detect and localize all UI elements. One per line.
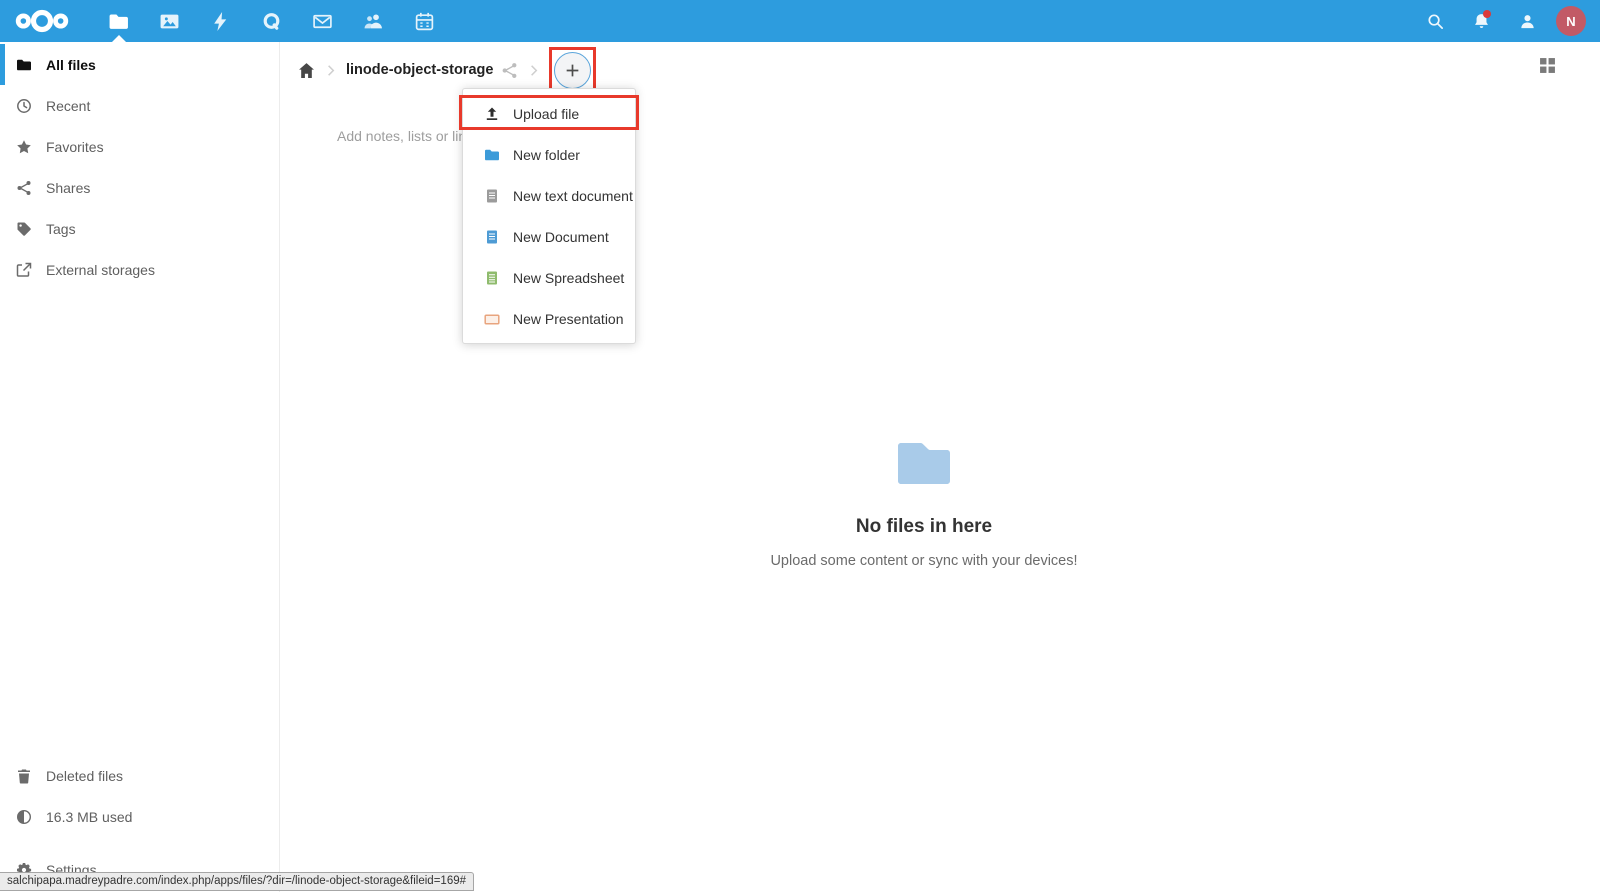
sidebar-footer: Deleted files16.3 MB usedSettings — [0, 755, 279, 890]
top-header-bar: N — [0, 0, 1600, 42]
menu-item-label: New Presentation — [513, 311, 624, 327]
sidebar-item-label: Tags — [46, 221, 76, 237]
calendar-app-icon — [414, 11, 435, 32]
share-icon[interactable] — [501, 62, 518, 79]
folder-blue-icon — [484, 147, 500, 163]
menu-item-label: Upload file — [513, 106, 579, 122]
trash-icon — [16, 768, 32, 784]
q-app-icon — [261, 11, 282, 32]
sidebar-nav: All files Recent Favorites Shares Tags Extern… — [0, 42, 279, 290]
external-link-icon — [16, 262, 32, 278]
menu-item-label: New Document — [513, 229, 609, 245]
sidebar-item-label: All files — [46, 57, 96, 73]
new-text-document-menu-item[interactable]: New text document — [463, 175, 635, 216]
contacts-app-icon — [363, 11, 384, 32]
sidebar-item-label: Recent — [46, 98, 90, 114]
header-right-actions: N — [1412, 0, 1586, 42]
clock-icon — [16, 98, 32, 114]
menu-item-label: New text document — [513, 188, 633, 204]
activity-app-icon — [210, 11, 231, 32]
link-status-tooltip: salchipapa.madreypadre.com/index.php/app… — [0, 872, 474, 891]
nextcloud-logo-icon[interactable] — [13, 6, 71, 36]
app-tab-q-app[interactable] — [246, 0, 297, 42]
app-tab-files[interactable] — [93, 0, 144, 42]
empty-state: No files in here Upload some content or … — [280, 437, 1568, 569]
presentation-icon — [484, 311, 500, 327]
new-folder-menu-item[interactable]: New folder — [463, 134, 635, 175]
new-presentation-menu-item[interactable]: New Presentation — [463, 298, 635, 339]
sidebar-item-label: Shares — [46, 180, 90, 196]
empty-state-subtitle: Upload some content or sync with your de… — [280, 553, 1568, 569]
user-avatar[interactable]: N — [1556, 6, 1586, 36]
star-icon — [16, 139, 32, 155]
sidebar-item-label: External storages — [46, 262, 155, 278]
file-text-gray-icon — [484, 188, 500, 204]
files-content-area: linode-object-storage Add notes, lists o… — [280, 42, 1600, 892]
breadcrumb: linode-object-storage — [298, 48, 596, 92]
sidebar: All files Recent Favorites Shares Tags Extern… — [0, 42, 280, 892]
header-app-tabs — [93, 0, 450, 42]
nextcloud-files-app: N All files Recent Favorites Shares Tags Exte… — [0, 0, 1600, 892]
sidebar-item-shares[interactable]: Shares — [0, 167, 279, 208]
file-text-blue-icon — [484, 229, 500, 245]
app-tab-calendar[interactable] — [399, 0, 450, 42]
sidebar-item-label: Favorites — [46, 139, 104, 155]
quota-pie-icon — [16, 809, 32, 825]
app-tab-mail[interactable] — [297, 0, 348, 42]
new-document-menu-item[interactable]: New Document — [463, 216, 635, 257]
sidebar-item-all-files[interactable]: All files — [0, 44, 279, 85]
files-app-icon — [108, 11, 129, 32]
breadcrumb-folder-name[interactable]: linode-object-storage — [346, 62, 493, 78]
mail-app-icon — [312, 11, 333, 32]
notes-placeholder-text[interactable]: Add notes, lists or lin — [337, 128, 466, 144]
app-tab-photos[interactable] — [144, 0, 195, 42]
upload-icon — [484, 106, 500, 122]
share-icon — [16, 180, 32, 196]
sidebar-item-16.3-mb-used[interactable]: 16.3 MB used — [0, 796, 279, 837]
home-icon[interactable] — [298, 62, 315, 79]
photos-app-icon — [159, 11, 180, 32]
new-button-red-highlight — [549, 47, 596, 94]
sidebar-item-external-storages[interactable]: External storages — [0, 249, 279, 290]
new-spreadsheet-menu-item[interactable]: New Spreadsheet — [463, 257, 635, 298]
menu-item-label: New Spreadsheet — [513, 270, 624, 286]
new-menu: Upload file New folder New text document Ne… — [462, 88, 636, 344]
app-tab-activity[interactable] — [195, 0, 246, 42]
sidebar-item-tags[interactable]: Tags — [0, 208, 279, 249]
empty-folder-icon — [280, 437, 1568, 492]
grid-view-toggle-icon[interactable] — [1539, 57, 1556, 79]
chevron-right-icon — [323, 63, 338, 78]
tag-icon — [16, 221, 32, 237]
contacts-menu-icon[interactable] — [1504, 0, 1550, 42]
spreadsheet-icon — [484, 270, 500, 286]
notification-dot — [1483, 10, 1491, 18]
empty-state-title: No files in here — [280, 516, 1568, 538]
notifications-bell-icon[interactable] — [1458, 0, 1504, 42]
sidebar-item-recent[interactable]: Recent — [0, 85, 279, 126]
menu-item-label: New folder — [513, 147, 580, 163]
upload-file-menu-item[interactable]: Upload file — [463, 93, 635, 134]
sidebar-item-label: Deleted files — [46, 768, 123, 784]
plus-icon — [564, 62, 581, 79]
search-icon[interactable] — [1412, 0, 1458, 42]
folder-icon — [16, 57, 32, 73]
chevron-right-icon — [526, 63, 541, 78]
new-button[interactable] — [554, 52, 591, 89]
app-tab-contacts[interactable] — [348, 0, 399, 42]
sidebar-item-deleted-files[interactable]: Deleted files — [0, 755, 279, 796]
sidebar-item-favorites[interactable]: Favorites — [0, 126, 279, 167]
sidebar-item-label: 16.3 MB used — [46, 809, 132, 825]
